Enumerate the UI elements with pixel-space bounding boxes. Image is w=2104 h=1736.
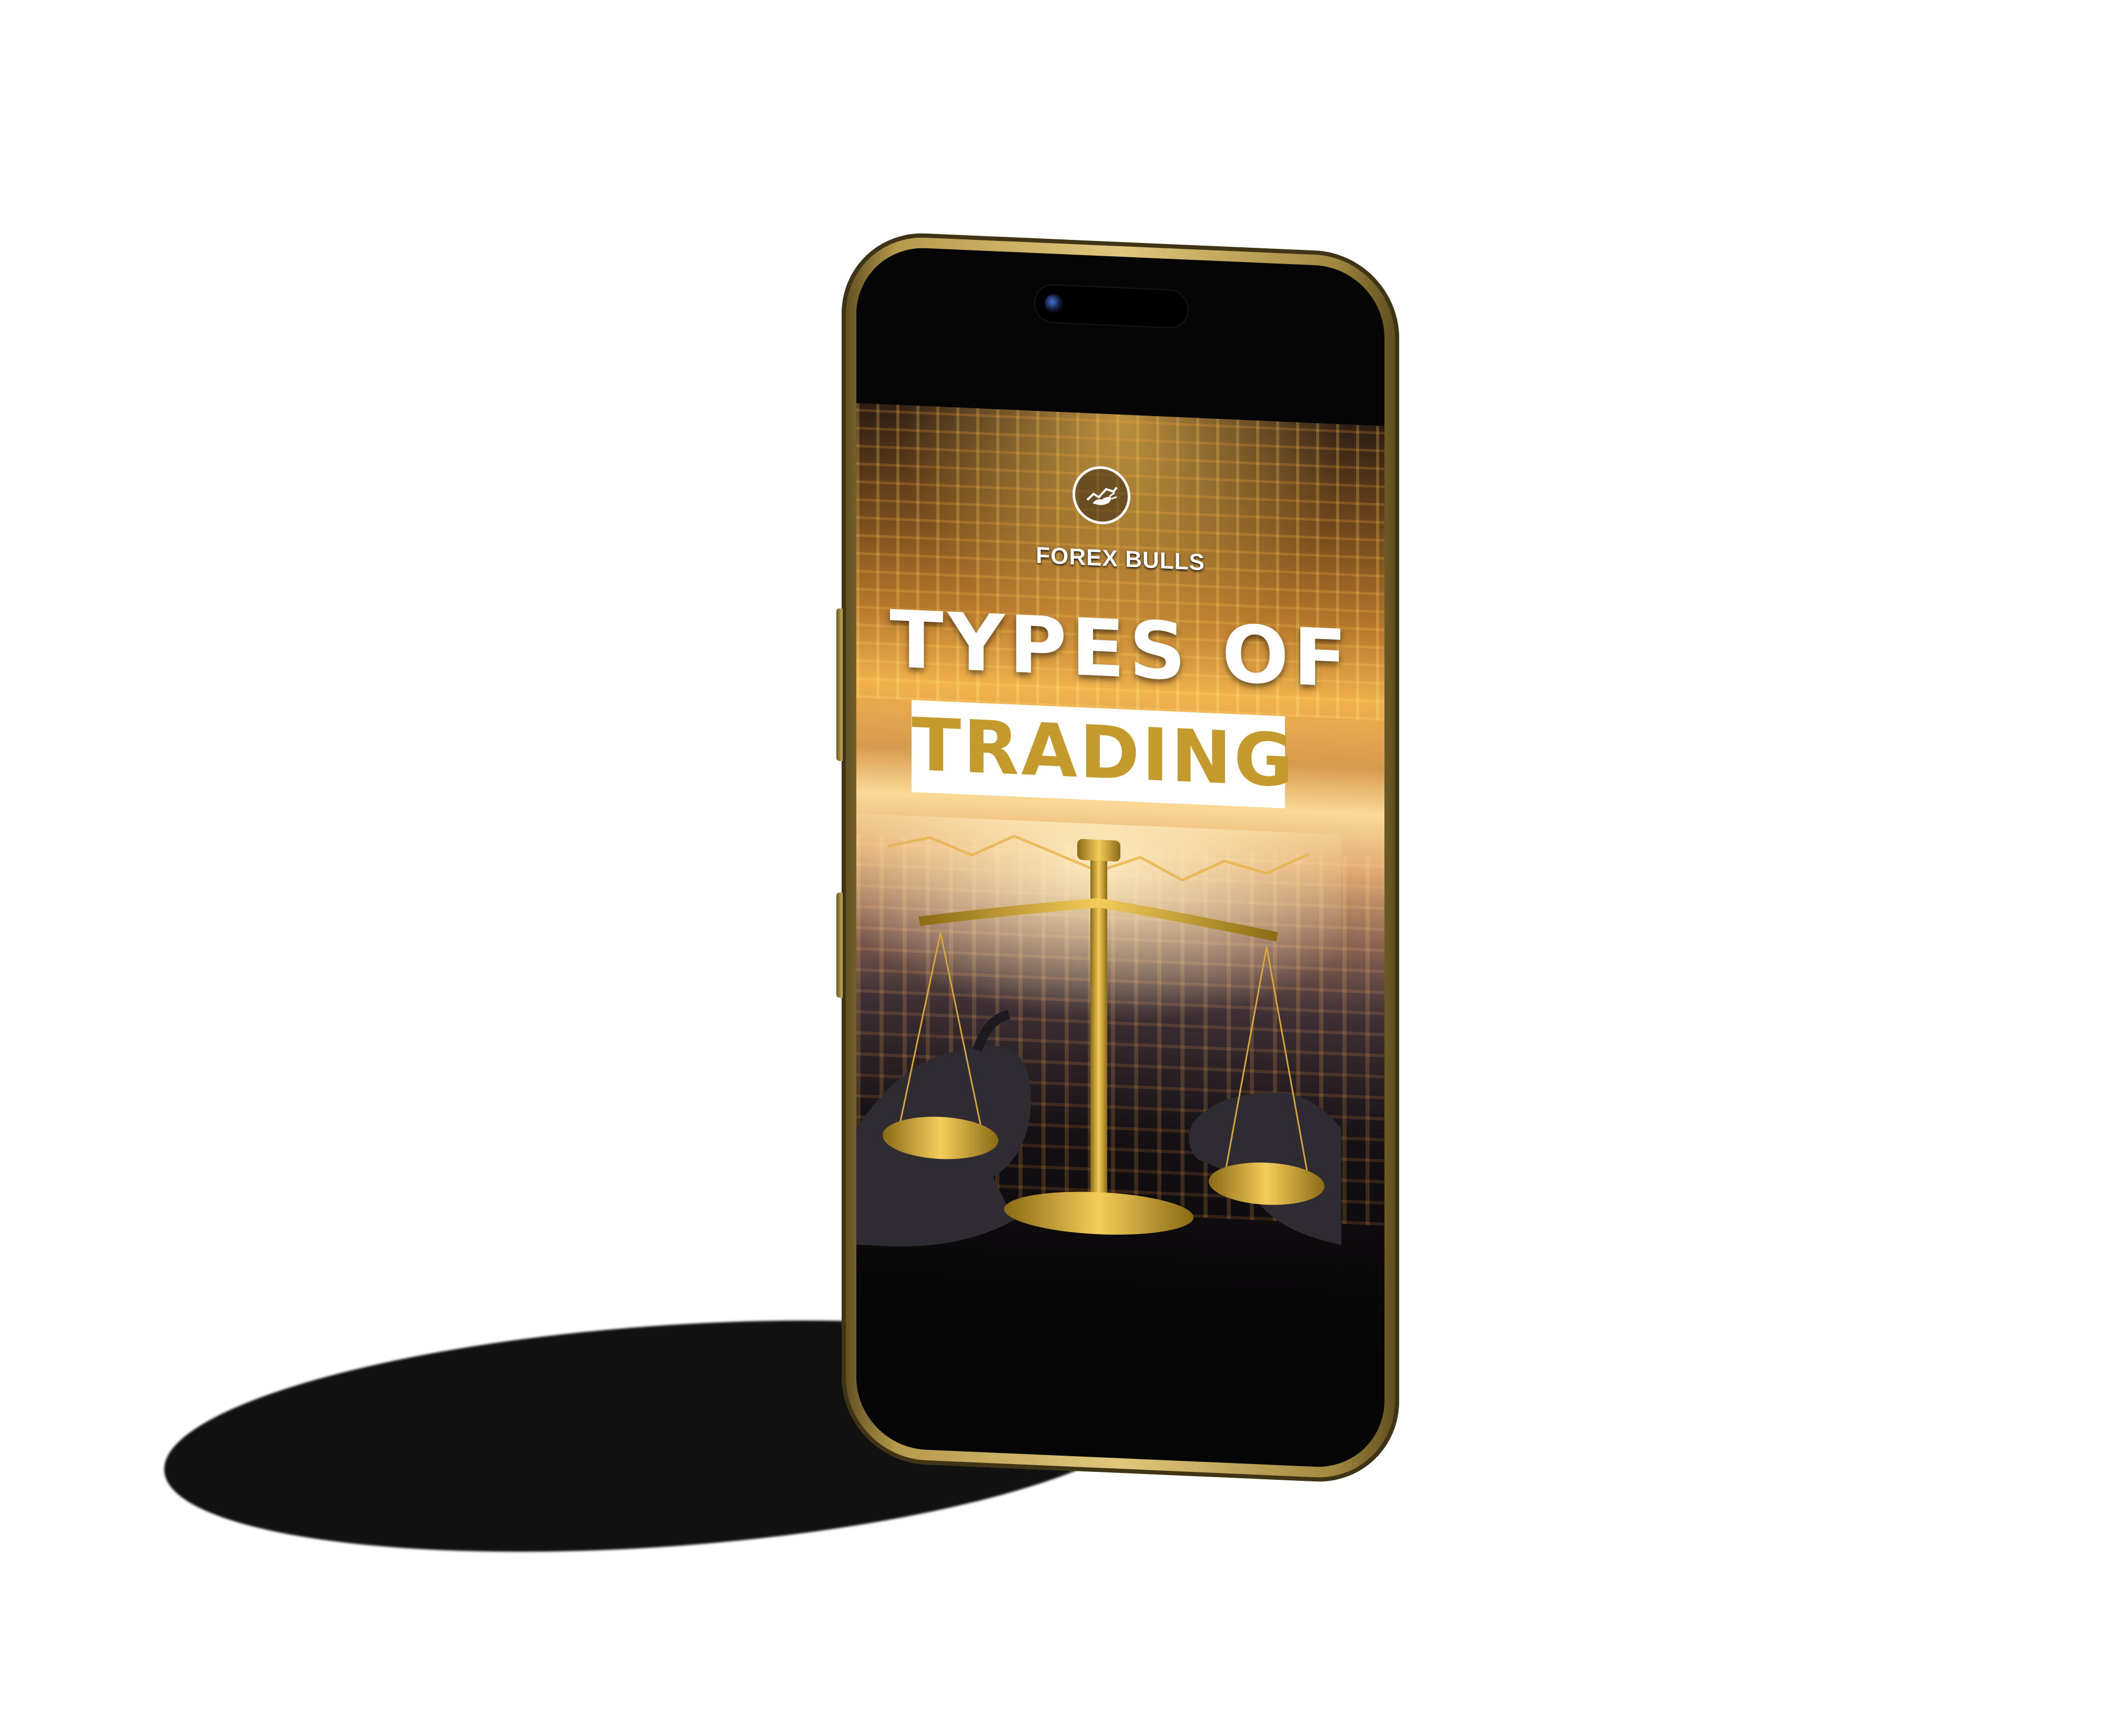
ebook-cover: FOREX BULLS TYPES OF TRADING bbox=[856, 403, 1384, 1352]
scale-top bbox=[1077, 839, 1120, 862]
side-button-lower bbox=[836, 892, 843, 998]
phone-display: FOREX BULLS TYPES OF TRADING bbox=[856, 245, 1384, 1470]
cover-title-box: TRADING bbox=[912, 700, 1296, 809]
bull-logo-svg bbox=[1086, 487, 1118, 506]
scene: FOREX BULLS TYPES OF TRADING bbox=[0, 0, 2104, 1736]
dynamic-island bbox=[1035, 284, 1188, 328]
phone-mockup: FOREX BULLS TYPES OF TRADING bbox=[836, 229, 1399, 1486]
side-button-volume bbox=[836, 608, 843, 761]
scale-base bbox=[1004, 1192, 1193, 1235]
camera-icon bbox=[1045, 294, 1064, 314]
bull-bear-scale-illustration bbox=[856, 813, 1341, 1247]
cover-title-line-2: TRADING bbox=[912, 702, 1296, 804]
